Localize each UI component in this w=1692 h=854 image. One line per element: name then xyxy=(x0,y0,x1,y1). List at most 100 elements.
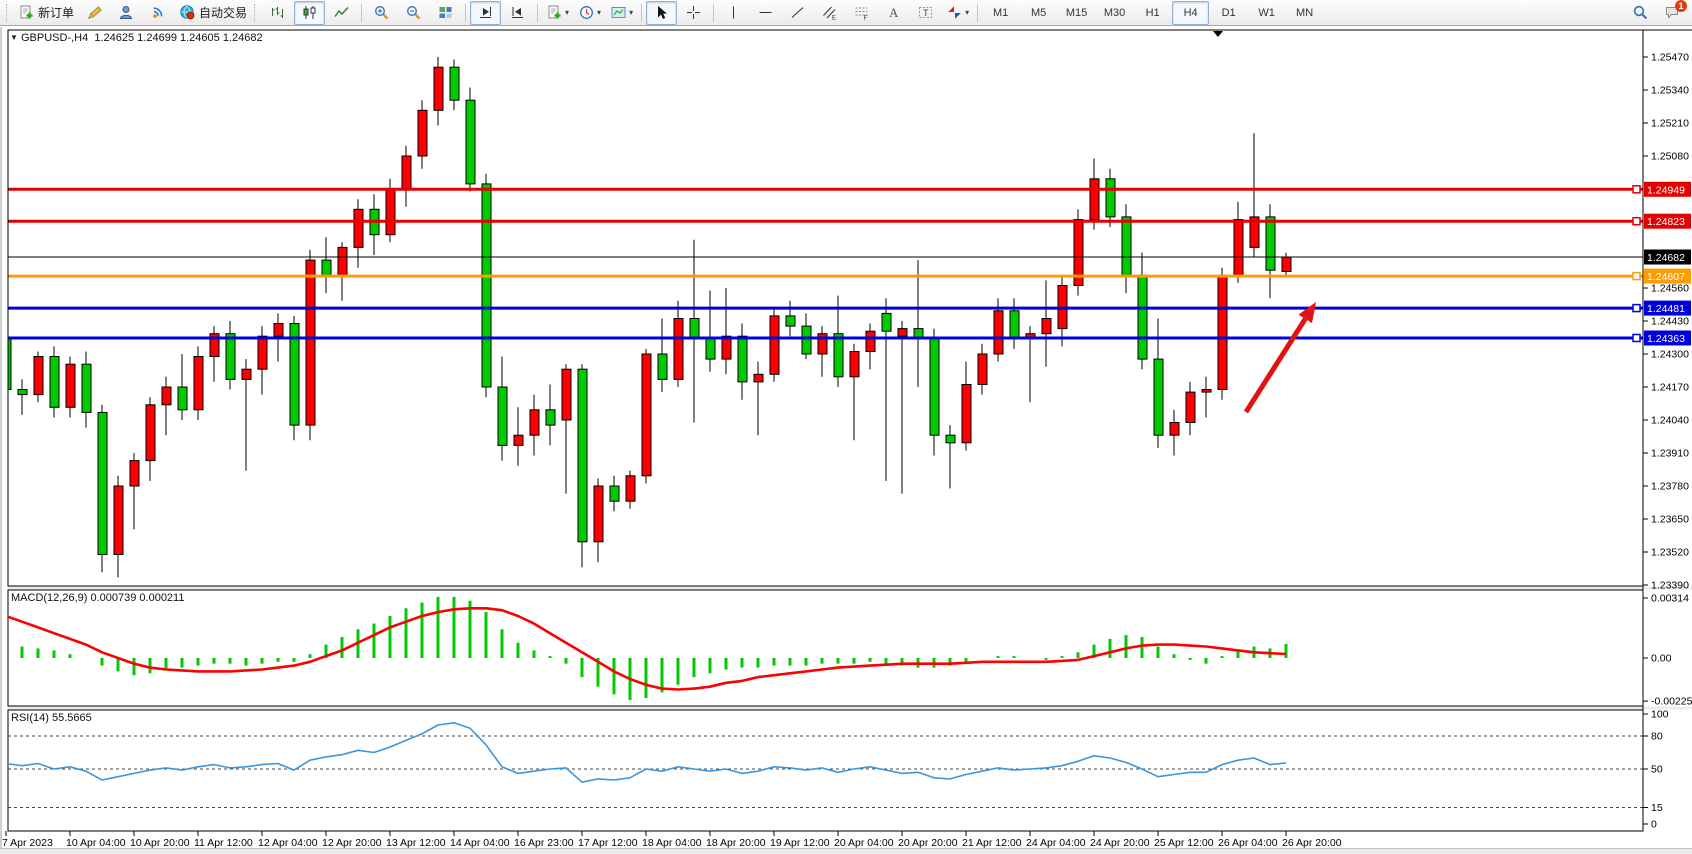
chart-symbol-period: GBPUSD-,H4 xyxy=(21,32,88,44)
candle-body xyxy=(642,354,651,476)
chevron-down-icon: ▾ xyxy=(629,8,633,17)
tile-windows-button[interactable] xyxy=(430,1,461,25)
vertical-line-button[interactable] xyxy=(718,1,749,25)
tab-timeframe-m1[interactable]: M1 xyxy=(982,1,1019,25)
candle-body xyxy=(882,313,891,331)
tab-timeframe-h4[interactable]: H4 xyxy=(1172,1,1209,25)
templates-button[interactable]: ▾ xyxy=(606,1,637,25)
rsi-indicator-label: RSI(14) 55.5665 xyxy=(11,712,92,724)
candle-body xyxy=(498,387,507,445)
tab-timeframe-m15[interactable]: M15 xyxy=(1058,1,1095,25)
hline-handle[interactable] xyxy=(1633,186,1640,193)
template-chart-icon xyxy=(610,4,627,21)
candle-body xyxy=(354,209,363,247)
candle-body xyxy=(178,387,187,410)
toolbar-grip xyxy=(6,4,11,22)
indicators-button[interactable]: ▾ xyxy=(542,1,573,25)
horizontal-line-button[interactable] xyxy=(750,1,781,25)
candle-body xyxy=(674,319,683,380)
arrows-button[interactable]: ▾ xyxy=(942,1,973,25)
trendline-button[interactable] xyxy=(782,1,813,25)
notifications-button[interactable]: 1 xyxy=(1657,1,1688,25)
hline-handle[interactable] xyxy=(1633,218,1640,225)
hline-handle[interactable] xyxy=(1633,305,1640,312)
price-tick-label: 1.24430 xyxy=(1651,316,1689,328)
candle-body xyxy=(754,374,763,382)
tab-timeframe-m5[interactable]: M5 xyxy=(1020,1,1057,25)
pane-separator[interactable] xyxy=(8,587,1692,590)
search-button[interactable] xyxy=(1625,1,1656,25)
candle-body xyxy=(626,476,635,501)
candle-body xyxy=(1138,275,1147,359)
price-tick-label: 1.23390 xyxy=(1651,580,1689,592)
candle-body xyxy=(994,311,1003,354)
equidistant-channel-button[interactable]: E xyxy=(814,1,845,25)
macd-tick-label: 0.00 xyxy=(1651,653,1672,665)
chart-shift-icon xyxy=(509,4,526,21)
candle-body xyxy=(1202,390,1211,393)
profile-button[interactable] xyxy=(111,1,142,25)
autotrade-icon xyxy=(179,4,196,21)
autotrade-button[interactable]: 自动交易 xyxy=(175,1,251,25)
periods-button[interactable]: ▾ xyxy=(574,1,605,25)
candle-body xyxy=(402,156,411,189)
signal-icon xyxy=(150,4,167,21)
chevron-down-icon: ▾ xyxy=(565,8,569,17)
price-tick-label: 1.24170 xyxy=(1651,382,1689,394)
toolbar-separator xyxy=(465,4,466,22)
candle-body xyxy=(82,364,91,412)
text-button[interactable]: A xyxy=(878,1,909,25)
hline-handle[interactable] xyxy=(1633,335,1640,342)
new-order-button[interactable]: 新订单 xyxy=(14,1,78,25)
candle-body xyxy=(1266,217,1275,270)
candle-body xyxy=(722,336,731,359)
chart-shift-button[interactable] xyxy=(502,1,533,25)
price-tick-label: 1.25080 xyxy=(1651,151,1689,163)
chart-window-bg xyxy=(0,27,1692,854)
price-tick-label: 1.24040 xyxy=(1651,415,1689,427)
candle-body xyxy=(1122,217,1131,275)
signal-button[interactable] xyxy=(143,1,174,25)
candlestick-chart-button[interactable] xyxy=(294,1,325,25)
toolbar-separator xyxy=(361,4,362,22)
chart-canvas[interactable]: 1.254701.253401.252101.250801.245601.244… xyxy=(0,0,1692,854)
candlestick-icon xyxy=(301,4,318,21)
text-label-button[interactable]: T xyxy=(910,1,941,25)
zoom-out-button[interactable] xyxy=(398,1,429,25)
expander-icon[interactable]: ▼ xyxy=(10,33,18,42)
auto-scroll-button[interactable] xyxy=(470,1,501,25)
candle-body xyxy=(450,67,459,100)
candle-body xyxy=(1186,392,1195,422)
bar-chart-button[interactable] xyxy=(262,1,293,25)
candle-body xyxy=(466,100,475,184)
cursor-button[interactable] xyxy=(646,1,677,25)
svg-text:A: A xyxy=(889,5,899,20)
rsi-tick-label: 15 xyxy=(1651,802,1663,814)
tab-timeframe-d1[interactable]: D1 xyxy=(1210,1,1247,25)
pencil-button[interactable] xyxy=(79,1,110,25)
price-badge-label: 1.24607 xyxy=(1647,271,1685,283)
price-tick-label: 1.25340 xyxy=(1651,85,1689,97)
crosshair-button[interactable] xyxy=(678,1,709,25)
tile-windows-icon xyxy=(437,4,454,21)
zoom-in-icon xyxy=(373,4,390,21)
pane-separator[interactable] xyxy=(8,707,1692,710)
line-chart-icon xyxy=(333,4,350,21)
horizontal-line-icon xyxy=(757,4,774,21)
candle-body xyxy=(50,357,59,408)
candle-body xyxy=(130,461,139,486)
fibonacci-button[interactable]: F xyxy=(846,1,877,25)
price-badge-label: 1.24949 xyxy=(1647,184,1685,196)
text-icon: A xyxy=(885,4,902,21)
zoom-in-button[interactable] xyxy=(366,1,397,25)
tab-timeframe-w1[interactable]: W1 xyxy=(1248,1,1285,25)
tab-timeframe-m30[interactable]: M30 xyxy=(1096,1,1133,25)
line-chart-button[interactable] xyxy=(326,1,357,25)
candle-body xyxy=(1282,257,1291,272)
tab-timeframe-mn[interactable]: MN xyxy=(1286,1,1323,25)
tab-timeframe-h1[interactable]: H1 xyxy=(1134,1,1171,25)
candle-body xyxy=(66,364,75,407)
bar-chart-icon xyxy=(269,4,286,21)
candle-body xyxy=(418,110,427,156)
hline-handle[interactable] xyxy=(1633,273,1640,280)
